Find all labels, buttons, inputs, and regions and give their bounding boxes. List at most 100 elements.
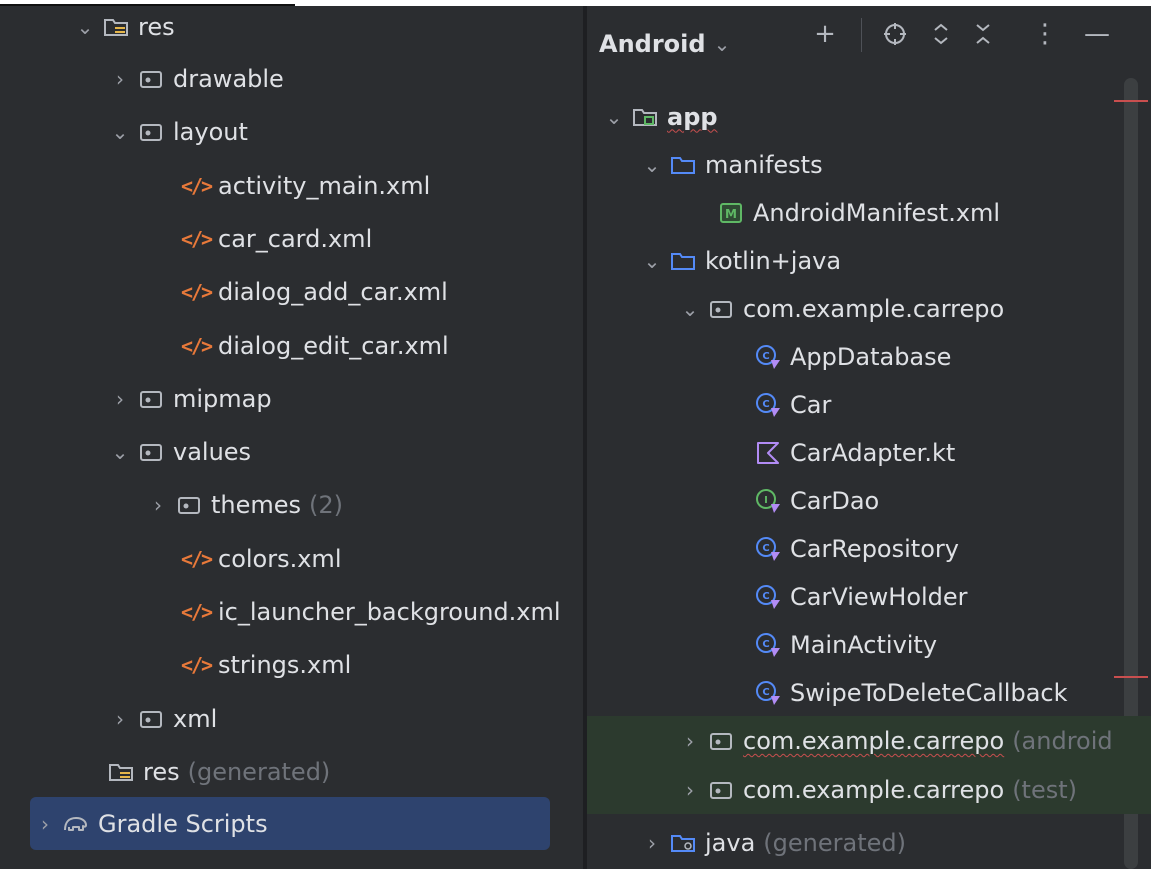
tree-item-label: ic_launcher_background.xml [218, 597, 561, 626]
kotlin-class-icon: C [752, 631, 784, 659]
xml-file-icon: </> [180, 226, 213, 251]
tree-item-label: com.example.carrepo [743, 776, 1005, 804]
chevron-down-icon[interactable]: ⌄ [70, 15, 100, 39]
tree-item-label: CarAdapter.kt [790, 438, 956, 467]
tree-item-res[interactable]: ⌄ res [0, 6, 583, 53]
chevron-down-icon[interactable]: ⌄ [105, 440, 135, 464]
svg-text:C: C [762, 591, 769, 602]
view-mode-selector[interactable]: Android [599, 30, 706, 58]
tree-item-label: dialog_add_car.xml [218, 277, 448, 306]
chevron-down-icon[interactable]: ⌄ [599, 105, 629, 129]
tree-item-kotlin-java[interactable]: ⌄ kotlin+java [587, 234, 1151, 287]
tree-item-themes[interactable]: › themes (2) [0, 478, 583, 531]
folder-icon [667, 247, 699, 275]
package-folder-icon [705, 727, 737, 755]
svg-text:M: M [725, 207, 737, 221]
resource-folder-icon [105, 758, 137, 786]
tree-item-label: res [138, 12, 175, 41]
package-folder-icon [135, 118, 167, 146]
chevron-down-icon[interactable]: ⌄ [675, 297, 705, 321]
chevron-right-icon[interactable]: › [143, 493, 173, 517]
tree-item-manifests[interactable]: ⌄ manifests [587, 138, 1151, 191]
tree-item-java-generated[interactable]: › java (generated) [587, 816, 1151, 869]
chevron-down-icon[interactable]: ⌄ [105, 120, 135, 144]
folder-icon [667, 151, 699, 179]
tree-item-label: MainActivity [790, 630, 938, 659]
tree-item-label: colors.xml [218, 544, 342, 573]
tree-item-class[interactable]: C Car [587, 378, 1151, 431]
tree-item-gradle-scripts[interactable]: › Gradle Scripts [30, 797, 550, 850]
resource-folder-icon [100, 13, 132, 41]
source-set-suffix: (test) [1012, 776, 1078, 804]
tree-item-label: values [173, 437, 252, 466]
chevron-right-icon[interactable]: › [105, 707, 135, 731]
package-folder-icon [705, 776, 737, 804]
package-folder-icon [135, 705, 167, 733]
tree-item-label: layout [173, 117, 248, 146]
chevron-down-icon[interactable]: ⌄ [637, 249, 667, 273]
more-vertical-icon[interactable]: ⋮ [1027, 16, 1063, 52]
chevron-down-icon[interactable]: ⌄ [637, 153, 667, 177]
generated-suffix: (generated) [763, 828, 906, 857]
tree-item-values[interactable]: ⌄ values [0, 425, 583, 478]
tree-item-xml[interactable]: › xml [0, 692, 583, 745]
svg-text:C: C [762, 351, 769, 362]
tree-item-label: mipmap [173, 384, 272, 413]
tree-item-label: car_card.xml [218, 224, 373, 253]
package-folder-icon [135, 65, 167, 93]
chevron-down-icon[interactable]: ⌄ [714, 32, 731, 56]
collapse-all-icon[interactable] [965, 16, 1001, 52]
tree-item-android-manifest[interactable]: M AndroidManifest.xml [587, 186, 1151, 239]
tree-item-package-main[interactable]: ⌄ com.example.carrepo [587, 282, 1151, 335]
chevron-right-icon[interactable]: › [637, 831, 667, 855]
tree-item-label: SwipeToDeleteCallback [790, 678, 1068, 707]
chevron-right-icon[interactable]: › [105, 387, 135, 411]
tree-item-colors[interactable]: </> colors.xml [0, 532, 583, 585]
tree-item-app[interactable]: ⌄ app [587, 90, 1151, 143]
chevron-right-icon[interactable]: › [675, 729, 705, 753]
tree-item-dialog-edit-car[interactable]: </> dialog_edit_car.xml [0, 319, 583, 372]
tree-item-car-card[interactable]: </> car_card.xml [0, 212, 583, 265]
tree-item-drawable[interactable]: › drawable [0, 52, 583, 105]
toolbar-separator [861, 18, 862, 52]
tree-item-layout[interactable]: ⌄ layout [0, 105, 583, 158]
tree-item-class[interactable]: I CarDao [587, 474, 1151, 527]
tree-item-dialog-add-car[interactable]: </> dialog_add_car.xml [0, 265, 583, 318]
minimize-icon[interactable]: — [1079, 16, 1115, 52]
package-folder-icon [135, 385, 167, 413]
tree-item-ic-launcher-background[interactable]: </> ic_launcher_background.xml [0, 585, 583, 638]
crosshair-icon[interactable] [877, 16, 913, 52]
plus-icon[interactable]: + [807, 16, 843, 52]
module-folder-icon [629, 103, 661, 131]
tree-item-strings[interactable]: </> strings.xml [0, 638, 583, 691]
tree-item-package-android-test[interactable]: › com.example.carrepo (android [587, 716, 1151, 766]
tree-item-class[interactable]: CarAdapter.kt [587, 426, 1151, 479]
tree-item-mipmap[interactable]: › mipmap [0, 372, 583, 425]
tree-item-label: CarViewHolder [790, 582, 968, 611]
tree-item-label: Gradle Scripts [98, 809, 268, 838]
tree-item-class[interactable]: C SwipeToDeleteCallback [587, 666, 1151, 719]
svg-text:I: I [764, 495, 768, 506]
ide-window: ⌄ res › drawable ⌄ layout </> activity_m… [0, 0, 1151, 869]
tree-item-class[interactable]: C AppDatabase [587, 330, 1151, 383]
tree-item-label: manifests [705, 150, 823, 179]
chevron-right-icon[interactable]: › [675, 778, 705, 802]
package-folder-icon [705, 295, 737, 323]
tree-item-activity-main[interactable]: </> activity_main.xml [0, 159, 583, 212]
tree-item-class[interactable]: C MainActivity [587, 618, 1151, 671]
chevron-right-icon[interactable]: › [105, 67, 135, 91]
tree-item-label: dialog_edit_car.xml [218, 331, 449, 360]
kotlin-file-icon [752, 439, 784, 467]
tree-item-package-test[interactable]: › com.example.carrepo (test) [587, 766, 1151, 814]
chevron-right-icon[interactable]: › [30, 812, 60, 836]
svg-text:C: C [762, 399, 769, 410]
tree-item-label: com.example.carrepo [743, 727, 1005, 755]
tree-item-label: java [705, 828, 756, 857]
expand-all-icon[interactable] [923, 16, 959, 52]
tree-item-class[interactable]: C CarRepository [587, 522, 1151, 575]
tree-item-class[interactable]: C CarViewHolder [587, 570, 1151, 623]
kotlin-class-icon: C [752, 583, 784, 611]
xml-file-icon: </> [180, 333, 213, 358]
tree-item-res-generated[interactable]: res (generated) [0, 745, 583, 798]
kotlin-class-icon: C [752, 679, 784, 707]
